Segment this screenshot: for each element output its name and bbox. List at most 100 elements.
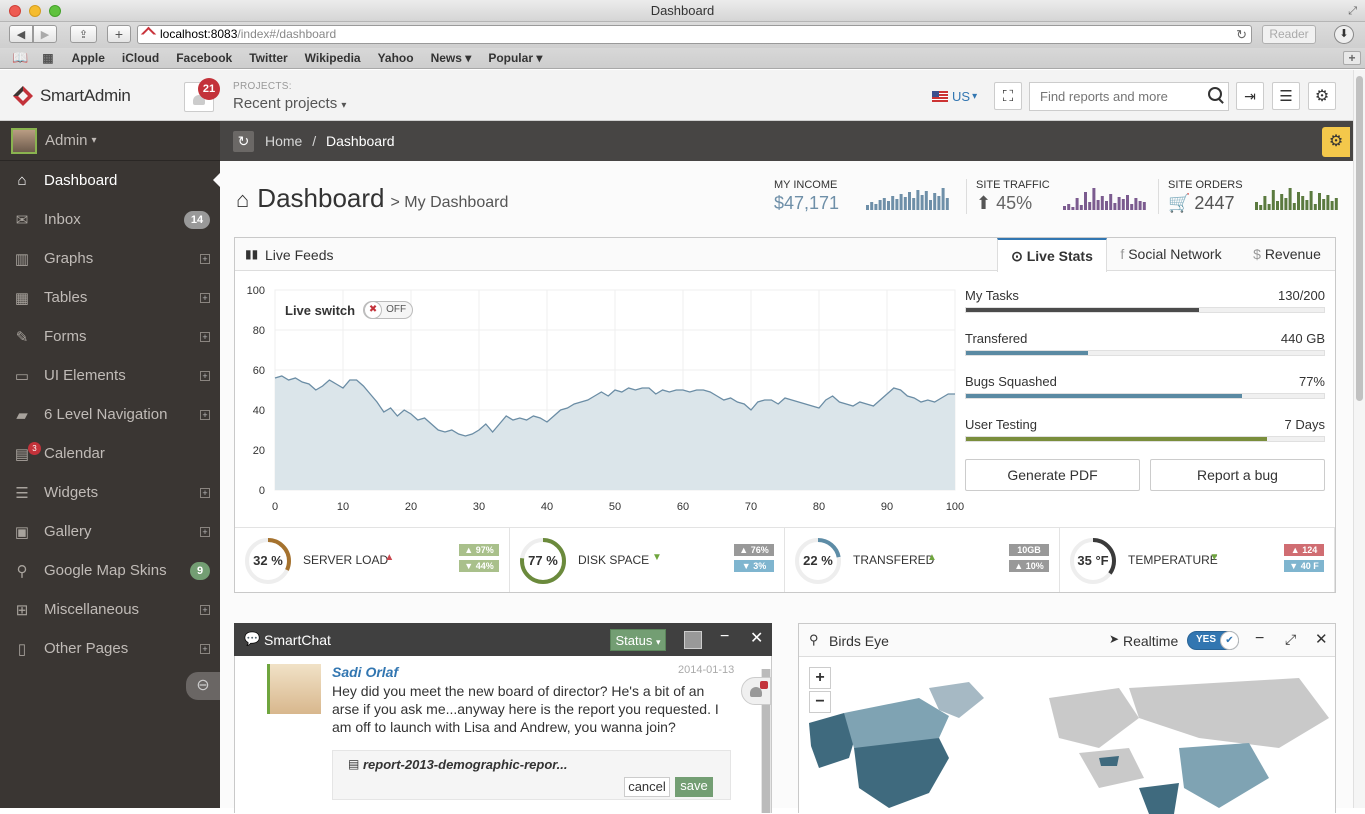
orders-sparkline <box>1255 188 1338 210</box>
back-button[interactable]: ◀ <box>9 25 33 43</box>
share-button[interactable]: ⇪ <box>70 25 97 43</box>
minimize-icon[interactable]: − <box>1255 630 1264 648</box>
gauge-stat-up: ▲ 97% <box>459 544 499 556</box>
stat-orders: SITE ORDERS 🛒 2447 <box>1158 179 1338 214</box>
menu-toggle-button[interactable]: ☰ <box>1272 82 1300 110</box>
language-selector[interactable]: US ▾ <box>932 89 977 104</box>
tab-social-network[interactable]: f Social Network <box>1115 238 1227 270</box>
sparkline-bar <box>891 196 895 210</box>
bookmark-icloud[interactable]: iCloud <box>122 51 159 65</box>
logo[interactable]: SmartAdmin <box>11 84 131 108</box>
sidebar-item-miscellaneous[interactable]: ⊞ Miscellaneous + <box>0 590 220 629</box>
active-indicator <box>213 173 220 187</box>
settings-button[interactable]: ⚙ <box>1308 82 1336 110</box>
live-switch-toggle[interactable]: ✖ OFF <box>363 301 414 319</box>
notifications-button[interactable]: 21 <box>184 78 220 112</box>
forward-arrow-icon: ▶ <box>40 28 50 41</box>
fullscreen-icon[interactable]: ⤢ <box>1348 0 1357 22</box>
sidebar-item-ui-elements[interactable]: ▭ UI Elements + <box>0 356 220 395</box>
save-button[interactable]: save <box>675 777 713 797</box>
tab-live-stats[interactable]: ⊙ Live Stats <box>997 238 1107 272</box>
expand-icon: + <box>200 526 210 537</box>
bookmark-news[interactable]: News ▾ <box>431 51 472 65</box>
sparkline-bar <box>1305 200 1309 210</box>
logout-button[interactable]: ⇥ <box>1236 82 1264 110</box>
sidebar-item-tables[interactable]: ▦ Tables + <box>0 278 220 317</box>
downloads-icon[interactable]: ⬇ <box>1334 25 1354 44</box>
zoom-window-button[interactable] <box>49 5 61 17</box>
chat-user-list-toggle[interactable] <box>741 677 771 705</box>
sparkline-bar <box>874 204 878 210</box>
minify-sidebar-button[interactable]: ⊖ <box>186 672 220 700</box>
url-host: localhost:8083 <box>160 27 238 41</box>
bookmark-facebook[interactable]: Facebook <box>176 51 232 65</box>
bookmark-wikipedia[interactable]: Wikipedia <box>305 51 361 65</box>
user-info[interactable]: Admin ▾ <box>0 121 220 161</box>
avatar <box>11 127 37 154</box>
sparkline-bar <box>1271 190 1275 210</box>
close-icon[interactable]: ✕ <box>1315 630 1328 648</box>
tab-revenue[interactable]: $ Revenue <box>1247 238 1327 270</box>
sidebar-item-graphs[interactable]: ▥ Graphs + <box>0 239 220 278</box>
status-dropdown[interactable]: Status ▾ <box>610 629 666 651</box>
close-window-button[interactable] <box>9 5 21 17</box>
reload-icon[interactable]: ↻ <box>1236 26 1247 43</box>
gauge-value: 22 % <box>803 553 833 568</box>
bookmark-apple[interactable]: Apple <box>72 51 105 65</box>
search-input[interactable] <box>1030 83 1200 110</box>
add-bookmark-icon[interactable]: + <box>1343 51 1361 65</box>
cancel-button[interactable]: cancel <box>624 777 670 797</box>
expand-icon[interactable]: ⤢ <box>1285 631 1296 648</box>
sidebar-item-inbox[interactable]: ✉ Inbox 14 <box>0 200 220 239</box>
sidebar-item-dashboard[interactable]: ⌂ Dashboard <box>0 161 220 200</box>
close-icon[interactable]: ✕ <box>750 628 763 648</box>
color-toggle-button[interactable] <box>684 631 702 649</box>
sparkline-bar <box>1301 196 1305 210</box>
sparkline-bar <box>1079 205 1083 210</box>
scrollbar-thumb[interactable] <box>1356 76 1363 401</box>
gauge-label: TEMPERATURE <box>1128 553 1218 567</box>
generate-pdf-button[interactable]: Generate PDF <box>965 459 1140 491</box>
sidebar-item-google-map-skins[interactable]: ⚲ Google Map Skins 9 <box>0 551 220 590</box>
bookmark-popular[interactable]: Popular ▾ <box>488 51 542 65</box>
sidebar-item-other-pages[interactable]: ▯ Other Pages + <box>0 629 220 668</box>
report-bug-button[interactable]: Report a bug <box>1150 459 1325 491</box>
panel-header: ⚲ Birds Eye ➤ Realtime YES ✔ − ⤢ ✕ <box>799 624 1335 657</box>
bar-chart-icon: ▥ <box>14 251 30 268</box>
sidebar-item-widgets[interactable]: ☰ Widgets + <box>0 473 220 512</box>
reader-button[interactable]: Reader <box>1262 25 1316 44</box>
birds-eye-panel: ⚲ Birds Eye ➤ Realtime YES ✔ − ⤢ ✕ + − <box>798 623 1336 814</box>
map-zoom-out-button[interactable]: − <box>809 691 831 713</box>
sidebar-item-calendar[interactable]: ▤ Calendar 3 <box>0 434 220 473</box>
projects-dropdown[interactable]: Recent projects ▾ <box>233 95 346 112</box>
map-marker-icon: ⚲ <box>809 632 819 647</box>
new-tab-button[interactable]: + <box>107 25 131 43</box>
top-sites-icon[interactable]: ▦ <box>42 51 53 65</box>
bookmark-twitter[interactable]: Twitter <box>249 51 287 65</box>
realtime-toggle[interactable]: YES ✔ <box>1187 631 1239 650</box>
minimize-icon[interactable]: − <box>720 628 729 646</box>
page-scrollbar[interactable] <box>1353 70 1365 808</box>
demo-settings-button[interactable]: ⚙ <box>1322 127 1350 157</box>
sparkline-bar <box>870 202 874 210</box>
forward-button[interactable]: ▶ <box>33 25 57 43</box>
sparkline-bar <box>866 205 869 210</box>
chat-sender[interactable]: Sadi Orlaf <box>332 664 398 680</box>
sidebar-item-forms[interactable]: ✎ Forms + <box>0 317 220 356</box>
refresh-button[interactable]: ↻ <box>233 131 254 152</box>
sidebar-item-6-level-navigation[interactable]: ▰ 6 Level Navigation + <box>0 395 220 434</box>
live-switch: Live switch ✖ OFF <box>285 301 414 319</box>
map-zoom-in-button[interactable]: + <box>809 667 831 689</box>
bookmark-yahoo[interactable]: Yahoo <box>378 51 414 65</box>
fullscreen-button[interactable]: ⛶ <box>994 82 1022 110</box>
sparkline-bar <box>929 200 932 210</box>
sparkline-bar <box>1313 204 1317 210</box>
sidebar-item-gallery[interactable]: ▣ Gallery + <box>0 512 220 551</box>
breadcrumb-home[interactable]: Home <box>265 133 302 149</box>
task-label: Transfered <box>965 331 1028 346</box>
minimize-window-button[interactable] <box>29 5 41 17</box>
y-tick-label: 20 <box>253 445 265 457</box>
address-bar[interactable]: localhost:8083/index#/dashboard ↻ <box>137 25 1252 44</box>
attachment-name[interactable]: report-2013-demographic-repor... <box>363 757 567 772</box>
reading-list-icon[interactable]: 📖 <box>12 50 28 66</box>
